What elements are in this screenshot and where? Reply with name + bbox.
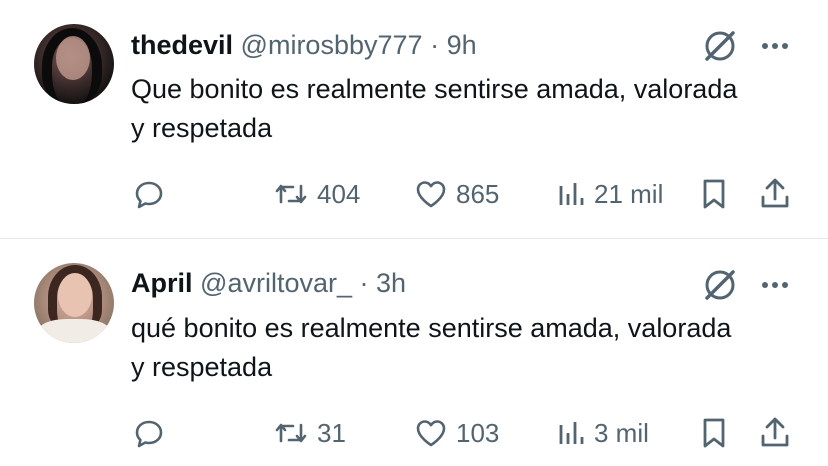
bookmark-button[interactable] <box>698 413 730 453</box>
reply-button[interactable] <box>133 174 165 214</box>
timestamp[interactable]: 9h <box>447 30 477 60</box>
bookmark-button[interactable] <box>698 174 730 214</box>
tweet[interactable]: thedevil @mirosbby777 · 9h Que bonito es… <box>0 0 828 239</box>
reply-icon <box>133 178 165 210</box>
tweet-text: qué bonito es realmente sentirse amada, … <box>131 313 732 382</box>
reply-button[interactable] <box>133 413 165 453</box>
bookmark-icon <box>698 177 730 211</box>
tweet-text: Que bonito es realmente sentirse amada, … <box>131 74 738 143</box>
avatar[interactable] <box>34 263 114 343</box>
reply-icon <box>133 417 165 449</box>
author-name[interactable]: April <box>131 268 193 298</box>
heart-icon <box>414 178 448 210</box>
views-icon <box>556 417 586 449</box>
share-button[interactable] <box>757 413 793 453</box>
action-bar: 404 865 21 mil <box>0 174 828 214</box>
views-count: 3 mil <box>594 417 649 448</box>
action-bar: 31 103 3 mil <box>0 413 828 453</box>
avatar[interactable] <box>34 24 114 104</box>
like-count: 103 <box>456 417 500 448</box>
views-icon <box>556 178 586 210</box>
more-icon[interactable] <box>757 26 793 66</box>
share-icon <box>757 416 793 450</box>
author-handle[interactable]: @avriltovar_ <box>200 268 352 298</box>
views-button[interactable]: 21 mil <box>556 174 663 214</box>
retweet-icon <box>273 178 309 210</box>
author-name[interactable]: thedevil <box>131 30 233 60</box>
separator: · <box>430 30 440 60</box>
share-button[interactable] <box>757 174 793 214</box>
bookmark-icon <box>698 416 730 450</box>
share-icon <box>757 177 793 211</box>
tweet[interactable]: April @avriltovar_ · 3h qué bonito es re… <box>0 239 828 466</box>
grok-icon[interactable] <box>700 26 740 66</box>
retweet-button[interactable]: 31 <box>273 413 346 453</box>
retweet-icon <box>273 417 309 449</box>
views-button[interactable]: 3 mil <box>556 413 649 453</box>
like-button[interactable]: 103 <box>414 413 499 453</box>
grok-icon[interactable] <box>700 265 740 305</box>
author-handle[interactable]: @mirosbby777 <box>241 30 423 60</box>
tweet-header: April @avriltovar_ · 3h <box>131 266 406 300</box>
more-icon[interactable] <box>757 265 793 305</box>
separator: · <box>359 268 369 298</box>
like-button[interactable]: 865 <box>414 174 499 214</box>
retweet-count: 404 <box>317 178 361 209</box>
like-count: 865 <box>456 178 500 209</box>
views-count: 21 mil <box>594 178 664 209</box>
tweet-header: thedevil @mirosbby777 · 9h <box>131 28 477 62</box>
heart-icon <box>414 417 448 449</box>
retweet-button[interactable]: 404 <box>273 174 360 214</box>
retweet-count: 31 <box>317 417 346 448</box>
timestamp[interactable]: 3h <box>376 268 406 298</box>
